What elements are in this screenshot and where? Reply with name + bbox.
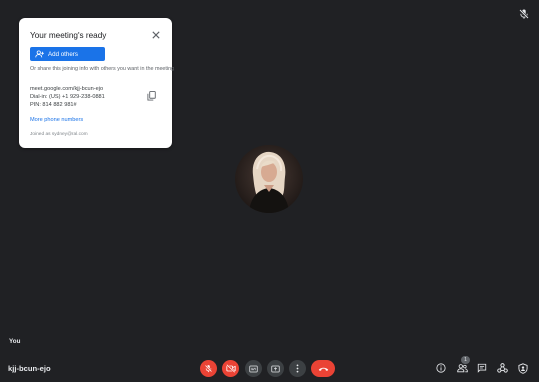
captions-icon — [249, 365, 258, 372]
meeting-pin: PIN: 814 882 981# — [30, 102, 77, 108]
mic-off-icon — [519, 9, 529, 19]
camera-off-icon — [225, 364, 236, 373]
more-options-icon — [296, 364, 299, 373]
toggle-camera-button[interactable] — [222, 360, 239, 377]
host-controls-icon — [518, 362, 528, 374]
joined-as-text: Joined as sydney@ral.com — [30, 132, 88, 137]
people-icon — [456, 364, 468, 373]
activities-icon — [496, 363, 508, 373]
add-others-button[interactable]: Add others — [30, 47, 105, 61]
copy-icon — [146, 91, 156, 101]
chat-icon — [477, 363, 487, 373]
leave-call-button[interactable] — [311, 360, 335, 377]
dial-in-number: Dial-in: (US) +1 929-238-0881 — [30, 94, 105, 100]
self-tile-label: You — [9, 338, 21, 345]
muted-indicator — [518, 7, 530, 19]
leave-call-icon — [318, 367, 328, 371]
close-icon — [152, 31, 160, 39]
participant-count-badge: 1 — [461, 356, 470, 364]
present-screen-icon — [271, 365, 280, 372]
present-screen-button[interactable] — [267, 360, 284, 377]
more-options-button[interactable] — [289, 360, 306, 377]
mic-off-icon — [204, 364, 213, 373]
toggle-microphone-button[interactable] — [200, 360, 217, 377]
add-person-icon — [35, 50, 44, 58]
dialog-title: Your meeting's ready — [30, 31, 107, 40]
activities-button[interactable] — [496, 362, 508, 374]
copy-joining-info-button[interactable] — [145, 90, 157, 102]
participant-avatar — [235, 145, 303, 213]
more-phone-numbers-link[interactable]: More phone numbers — [30, 117, 83, 123]
chat-button[interactable] — [476, 362, 488, 374]
host-controls-button[interactable] — [517, 362, 529, 374]
close-dialog-button[interactable] — [150, 29, 162, 41]
meeting-link[interactable]: meet.google.com/kjj-bcun-ejo — [30, 86, 103, 92]
info-icon — [436, 363, 446, 373]
add-others-label: Add others — [48, 50, 78, 58]
meeting-stage: Your meeting's ready Add others Or share… — [0, 0, 539, 382]
share-instructions: Or share this joining info with others y… — [30, 66, 175, 72]
avatar-photo — [235, 145, 303, 213]
meeting-code: kjj-bcun-ejo — [8, 364, 51, 373]
captions-button[interactable] — [245, 360, 262, 377]
meeting-ready-dialog: Your meeting's ready Add others Or share… — [19, 18, 175, 148]
meeting-details-button[interactable] — [435, 362, 447, 374]
